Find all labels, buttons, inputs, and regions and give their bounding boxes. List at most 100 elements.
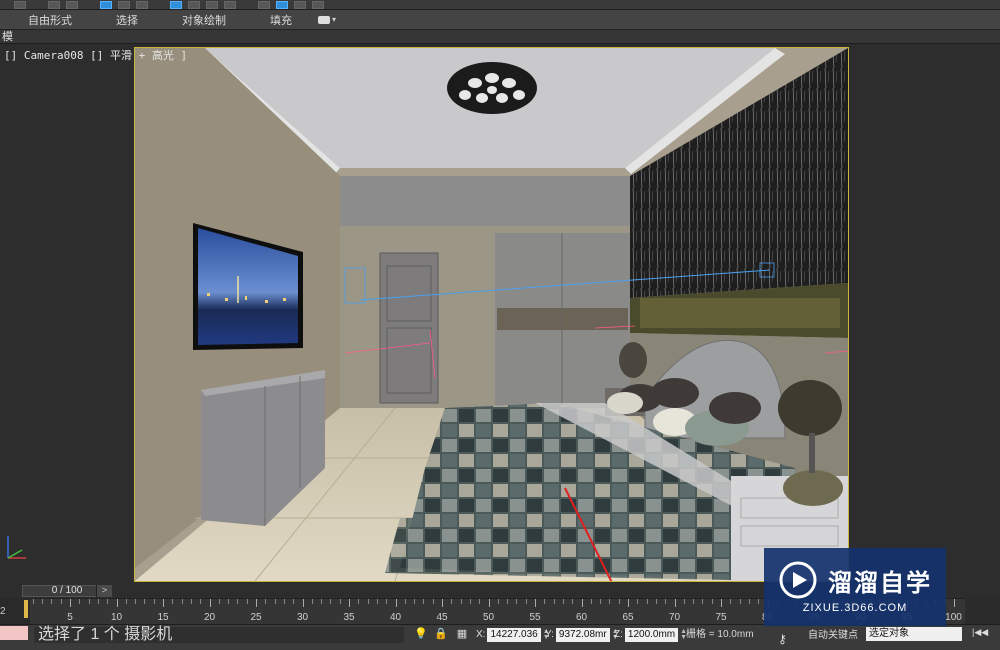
track-tick [590, 599, 592, 604]
track-tick [293, 599, 295, 604]
key-icon[interactable]: ⚷ [778, 632, 787, 646]
light-bulb-icon[interactable]: 💡 [414, 628, 428, 640]
track-tick [460, 599, 462, 604]
toolbar-button[interactable] [312, 0, 324, 9]
tab-object-paint[interactable]: 对象绘制 [160, 12, 248, 28]
track-tick [572, 599, 574, 604]
track-tick [488, 599, 490, 607]
rotate-button[interactable] [118, 0, 130, 9]
track-tick [674, 599, 676, 607]
track-tick [525, 599, 527, 604]
track-left: 2 [0, 598, 30, 624]
track-frame-label: 50 [482, 612, 495, 623]
track-tick [209, 599, 211, 607]
track-tick [637, 599, 639, 604]
track-frame-label: 25 [250, 612, 262, 623]
snap-button[interactable] [170, 0, 182, 9]
track-frame-label: 15 [157, 612, 169, 623]
lock-icon[interactable]: 🔒 [434, 628, 448, 640]
track-tick [479, 599, 481, 604]
track-tick [748, 599, 750, 604]
ribbon-dropdown[interactable]: ▾ [318, 15, 336, 24]
grid-size: 栅格 = 10.0mm [686, 629, 754, 640]
coord-x: X: 14227.036 ▲ ▼ [476, 627, 550, 643]
play-logo-icon [779, 561, 817, 599]
coord-z-field[interactable]: 1200.0mm [624, 628, 679, 642]
track-tick [42, 599, 44, 604]
track-tick [609, 599, 611, 604]
toolbar-button[interactable] [224, 0, 236, 9]
right-panel [849, 45, 1000, 583]
track-tick [581, 599, 583, 607]
track-tick [135, 599, 137, 604]
track-tick [432, 599, 434, 604]
track-tick [283, 599, 285, 604]
track-tick [600, 599, 602, 604]
tab-populate[interactable]: 填充 [248, 12, 314, 28]
track-tick [339, 599, 341, 604]
tab-selection[interactable]: 选择 [94, 12, 160, 28]
toolbar-button[interactable] [258, 0, 270, 9]
track-tick [358, 599, 360, 604]
track-tick [953, 599, 955, 607]
time-next-button[interactable]: > [96, 585, 112, 597]
track-tick [618, 599, 620, 604]
axis-gizmo-icon [7, 536, 26, 559]
viewport-label[interactable]: [] Camera008 [] 平滑 + 高光 ] [4, 47, 187, 63]
track-tick [330, 599, 332, 604]
track-tick [451, 599, 453, 604]
toolbar-button[interactable] [188, 0, 200, 9]
track-tick [228, 599, 230, 604]
track-tick [628, 599, 629, 607]
track-tick [758, 599, 760, 604]
toolbar-button[interactable] [14, 0, 26, 9]
tab-freeform[interactable]: 自由形式 [0, 12, 94, 28]
track-tick [116, 599, 118, 607]
main-toolbar [0, 0, 1000, 10]
track-frame-label: 30 [296, 612, 309, 623]
track-frame-label: 100 [945, 612, 962, 623]
track-tick [349, 599, 350, 607]
select-move-button[interactable] [100, 0, 112, 9]
track-tick [32, 599, 34, 604]
coord-y-field[interactable]: 9372.08mr [555, 628, 610, 642]
toolbar-button[interactable] [66, 0, 78, 9]
coord-x-label: X: [476, 629, 486, 640]
camera-viewport[interactable] [134, 47, 849, 582]
track-frame-label: 10 [110, 612, 123, 623]
ribbon-tabs: 自由形式 选择 对象绘制 填充 ▾ [0, 10, 1000, 30]
track-frame-label: 60 [575, 612, 588, 623]
track-tick [302, 599, 304, 607]
watermark-title: 溜溜自学 [828, 569, 932, 597]
toolbar-button[interactable] [206, 0, 218, 9]
watermark-url: ZIXUE.3D66.COM [802, 602, 908, 614]
toolbar-button[interactable] [48, 0, 60, 9]
track-tick [739, 599, 741, 604]
toolbar-button[interactable] [294, 0, 306, 9]
track-tick [163, 599, 164, 607]
coord-x-field[interactable]: 14227.036 [487, 628, 541, 642]
autokey-button[interactable]: 自动关键点 [808, 626, 858, 641]
track-tick [125, 599, 127, 604]
track-tick [442, 599, 443, 607]
selection-icon[interactable]: ▦ [456, 628, 468, 640]
left-panel [0, 45, 134, 583]
maxscript-listener[interactable] [0, 626, 28, 640]
track-tick [367, 599, 369, 604]
go-to-start-button[interactable]: |◀◀ [972, 627, 988, 638]
3dsmax-window: 自由形式 选择 对象绘制 填充 ▾ 模 [] Camera008 [] 平滑 +… [0, 0, 1000, 650]
chevron-down-icon: ▾ [332, 15, 337, 24]
track-tick [553, 599, 555, 604]
track-frame-label: 65 [622, 612, 634, 623]
track-tick [265, 599, 267, 604]
watermark: 溜溜自学 ZIXUE.3D66.COM [764, 548, 946, 626]
scale-button[interactable] [136, 0, 148, 9]
coord-y: Y: 9372.08mr ▲ ▼ [545, 627, 619, 643]
track-tick [469, 599, 471, 604]
toolbar-button-active[interactable] [276, 0, 288, 9]
key-filter-dropdown[interactable]: 选定对象 [866, 627, 962, 641]
track-tick [516, 599, 518, 604]
track-tick [107, 599, 109, 604]
track-tick [256, 599, 257, 607]
frame-marker[interactable] [24, 600, 28, 618]
